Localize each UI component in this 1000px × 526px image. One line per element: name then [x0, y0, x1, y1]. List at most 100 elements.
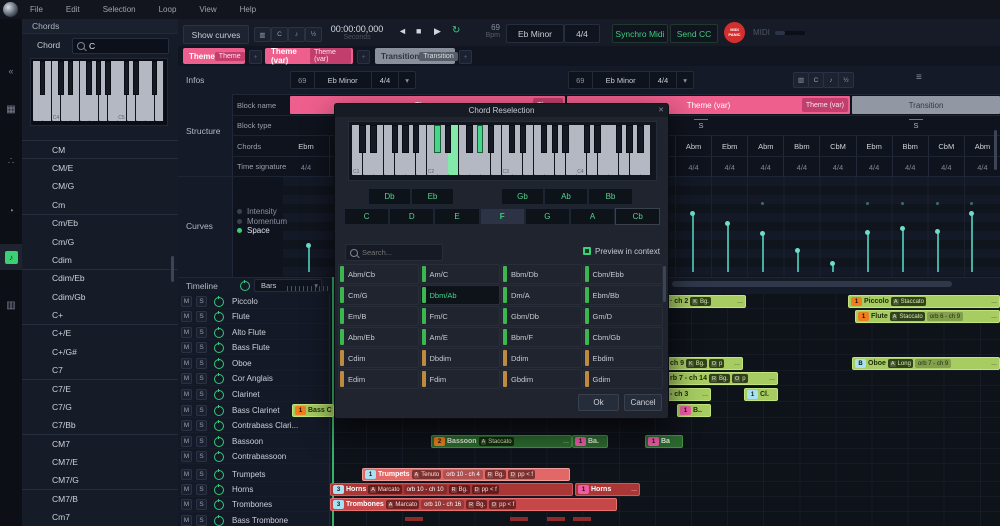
solo-button[interactable]: S: [196, 420, 207, 431]
tab-theme-var-more-button[interactable]: +: [357, 50, 370, 64]
note-button-cb[interactable]: Cb: [615, 208, 660, 225]
meter-cell[interactable]: 4/4: [928, 157, 964, 177]
solo-button[interactable]: S: [196, 436, 207, 447]
clip-bass-c[interactable]: 1Bass C: [292, 404, 334, 417]
track-power-icon[interactable]: [214, 421, 224, 431]
menu-edit[interactable]: Edit: [66, 5, 80, 14]
mute-button[interactable]: M: [181, 327, 192, 338]
mute-button[interactable]: M: [181, 373, 192, 384]
infos-note-icon[interactable]: ♪: [823, 72, 839, 88]
solo-button[interactable]: S: [196, 358, 207, 369]
note-button-f[interactable]: F: [480, 208, 525, 225]
chord-cell[interactable]: Abm: [964, 136, 1000, 156]
note-button-gb[interactable]: Gb: [501, 188, 544, 205]
curve-radio-space[interactable]: Space: [237, 226, 270, 235]
chord-item[interactable]: C7/Bb: [22, 416, 178, 434]
curve-radio-intensity[interactable]: Intensity: [237, 207, 277, 216]
piano-key-black[interactable]: [509, 125, 515, 153]
chord-option[interactable]: Am/E: [420, 327, 501, 347]
clip-more[interactable]: ...: [631, 486, 637, 493]
note-button-d[interactable]: D: [389, 208, 434, 225]
curve-point[interactable]: [690, 211, 695, 216]
track-power-icon[interactable]: [214, 297, 224, 307]
solo-button[interactable]: S: [196, 342, 207, 353]
piano-key-black[interactable]: [520, 125, 526, 153]
horizontal-scrollbar[interactable]: [672, 281, 952, 287]
clip-ch-9[interactable]: ch 9KBg.Op...: [667, 357, 743, 370]
modal-grid-scrollbar[interactable]: [663, 266, 666, 302]
chord-cell[interactable]: CbM: [819, 136, 855, 156]
track-power-icon[interactable]: [214, 374, 224, 384]
chord-item[interactable]: C7: [22, 361, 178, 379]
play-icon[interactable]: ▶: [434, 26, 441, 37]
note-button-c[interactable]: C: [344, 208, 389, 225]
curve-point[interactable]: [865, 230, 870, 235]
clip-more[interactable]: ...: [991, 360, 997, 367]
tab-theme[interactable]: Theme Theme: [183, 48, 245, 64]
tab-theme-more-button[interactable]: +: [249, 50, 262, 64]
chord-item[interactable]: C7/E: [22, 379, 178, 397]
clip-trombones[interactable]: 3TrombonesAMarcatoorb 10 - ch 16RBg.Dpp …: [330, 498, 617, 511]
chord-cell[interactable]: CbM: [928, 136, 964, 156]
chord-option[interactable]: Gbm/Db: [501, 306, 582, 326]
show-curves-button[interactable]: Show curves: [183, 25, 249, 44]
solo-button[interactable]: S: [196, 327, 207, 338]
infos-left-group[interactable]: 69 Eb Minor 4/4 ▾: [290, 71, 416, 89]
clip-more[interactable]: ...: [991, 298, 997, 305]
clip-piccolo[interactable]: 1PiccoloAStaccato...: [848, 295, 1000, 308]
clip-bassoon[interactable]: 2BassoonAStaccato...: [431, 435, 572, 448]
list-menu-icon[interactable]: ≡: [916, 72, 922, 83]
note-button-e[interactable]: E: [434, 208, 479, 225]
chord-item[interactable]: CM7: [22, 434, 178, 452]
infos-chord-icon[interactable]: C: [808, 72, 824, 88]
timeline-ruler[interactable]: [287, 286, 331, 291]
menu-file[interactable]: File: [30, 5, 43, 14]
meter-selector[interactable]: 4/4: [564, 24, 600, 43]
clip-trumpets[interactable]: 1TrumpetsATenutoorb 10 - ch 4RBg.Dpp < f: [362, 468, 570, 481]
piano-key-black[interactable]: [392, 125, 398, 153]
piano-key-black[interactable]: [552, 125, 558, 153]
curve-point[interactable]: [760, 231, 765, 236]
collapse-icon[interactable]: «: [0, 58, 22, 84]
clip--ch-3[interactable]: - ch 3...: [667, 388, 711, 401]
clip-b-[interactable]: 1B..: [677, 404, 711, 417]
piano-key-black[interactable]: [584, 125, 590, 153]
chords-panel-header[interactable]: Chords: [22, 19, 178, 34]
chord-item[interactable]: Cm/G: [22, 232, 178, 250]
note-button-g[interactable]: G: [525, 208, 570, 225]
chord-option[interactable]: Ddim: [501, 348, 582, 368]
piano-key-black[interactable]: [434, 125, 440, 153]
curve-radio-momentum[interactable]: Momentum: [237, 217, 287, 226]
clip-more[interactable]: ...: [702, 391, 708, 398]
ok-button[interactable]: Ok: [578, 394, 619, 411]
clip-more[interactable]: ...: [991, 313, 997, 320]
piano-key-black[interactable]: [152, 61, 158, 95]
piano-key-black[interactable]: [488, 125, 494, 153]
piano-key-black[interactable]: [541, 125, 547, 153]
note-button-eb[interactable]: Eb: [411, 188, 454, 205]
chord-option[interactable]: Cm/G: [338, 285, 419, 305]
track-power-icon[interactable]: [214, 359, 224, 369]
piano-key-black[interactable]: [370, 125, 376, 153]
chord-option[interactable]: Abm/Cb: [338, 264, 419, 284]
chord-item[interactable]: Cdim/Eb: [22, 269, 178, 287]
piano-key-black[interactable]: [637, 125, 643, 153]
chord-view-icon[interactable]: C: [271, 27, 288, 42]
meter-cell[interactable]: 4/4: [783, 157, 819, 177]
fraction-view-icon[interactable]: ½: [305, 27, 322, 42]
chord-item[interactable]: Cm: [22, 195, 178, 213]
clock-icon[interactable]: ◔: [0, 198, 22, 224]
chord-option[interactable]: Fm/C: [420, 306, 501, 326]
chord-item[interactable]: Cm7: [22, 508, 178, 526]
mute-button[interactable]: M: [181, 358, 192, 369]
mute-button[interactable]: M: [181, 311, 192, 322]
solo-button[interactable]: S: [196, 296, 207, 307]
modules-icon[interactable]: ▦: [0, 96, 22, 122]
chord-option[interactable]: Abm/Eb: [338, 327, 419, 347]
piano-key-black[interactable]: [626, 125, 632, 153]
chord-option[interactable]: Bbm/Db: [501, 264, 582, 284]
mute-button[interactable]: M: [181, 515, 192, 526]
mute-button[interactable]: M: [181, 451, 192, 462]
curve-point[interactable]: [935, 229, 940, 234]
meter-cell[interactable]: 4/4: [675, 157, 711, 177]
